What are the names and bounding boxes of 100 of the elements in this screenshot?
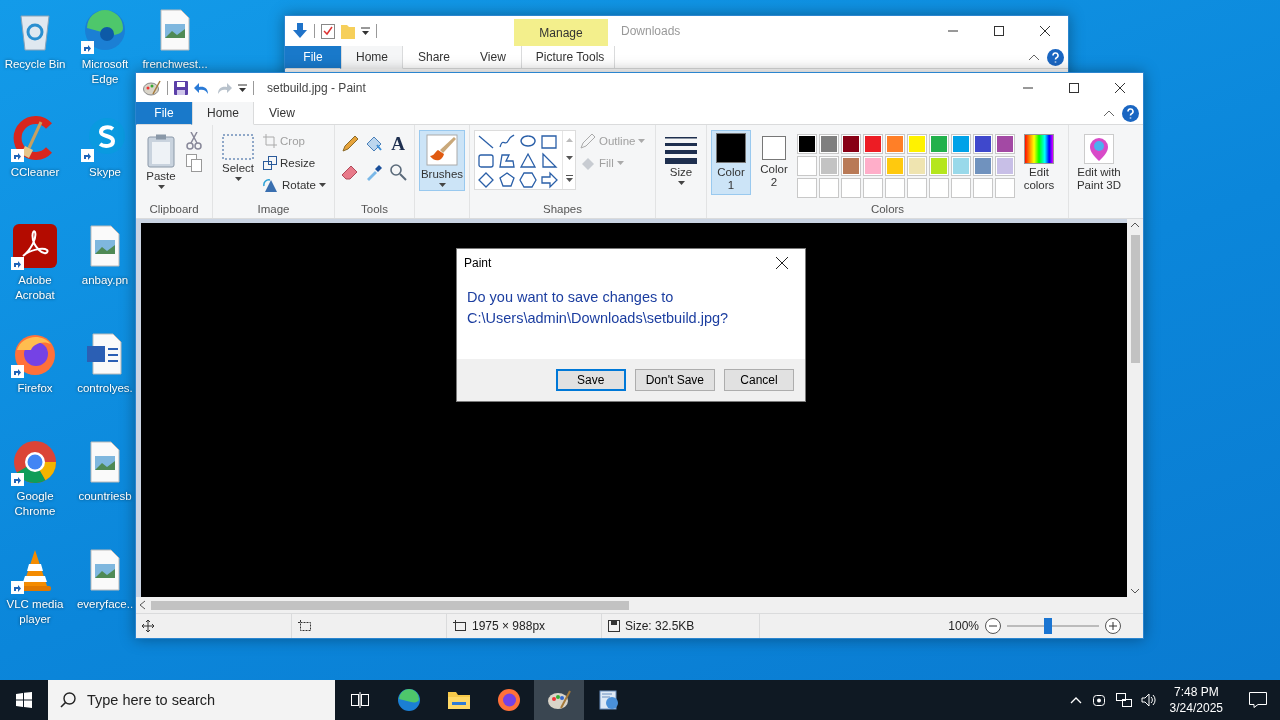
ribbon-tab[interactable]: Home [341, 46, 403, 69]
rotate-button[interactable]: Rotate [263, 176, 326, 194]
ribbon-tab[interactable]: Home [192, 102, 254, 125]
empty-swatch[interactable] [863, 178, 883, 198]
desktop-icon-label[interactable]: countriesb [78, 489, 132, 504]
vertical-scrollbar[interactable] [1127, 219, 1143, 613]
color-swatch[interactable] [797, 134, 817, 154]
arrow-shape-icon[interactable] [540, 171, 558, 189]
collapse-ribbon-icon[interactable] [1029, 54, 1039, 60]
color-swatch[interactable] [885, 134, 905, 154]
paste-button[interactable]: Paste [140, 130, 182, 193]
dialog-button[interactable]: Cancel [724, 369, 794, 391]
expand-gallery-icon[interactable] [565, 174, 573, 182]
notification-icon [1249, 692, 1267, 708]
ribbon-tab[interactable]: View [465, 46, 521, 69]
window-title: setbuild.jpg - Paint [267, 80, 366, 95]
empty-swatch[interactable] [973, 178, 993, 198]
search-field[interactable]: Type here to search [48, 680, 335, 720]
color-swatch[interactable] [863, 156, 883, 176]
empty-swatch[interactable] [995, 178, 1015, 198]
palette-icon [547, 688, 571, 712]
taskbar-app-button[interactable] [534, 680, 584, 720]
zoom-in-button[interactable] [1105, 618, 1121, 634]
zoom-out-button[interactable] [985, 618, 1001, 634]
scrollbar-thumb[interactable] [1130, 235, 1140, 363]
desktop-icon-label[interactable]: VLC media player [0, 597, 70, 627]
polygon-shape-icon[interactable] [498, 152, 516, 170]
empty-swatch[interactable] [819, 178, 839, 198]
empty-swatch[interactable] [951, 178, 971, 198]
group-label: Tools [361, 203, 388, 215]
pentagon-shape-icon[interactable] [498, 171, 516, 189]
color-slot-button[interactable]: Color 2 [754, 130, 794, 192]
hexagon-shape-icon[interactable] [519, 171, 537, 189]
color-swatch[interactable] [885, 156, 905, 176]
color-swatch[interactable] [907, 156, 927, 176]
pencil-tool[interactable] [339, 133, 361, 155]
save-icon[interactable] [174, 80, 188, 95]
empty-swatch[interactable] [907, 178, 927, 198]
color-swatch[interactable] [819, 156, 839, 176]
properties-icon[interactable] [321, 23, 335, 39]
empty-swatch[interactable] [841, 178, 861, 198]
rounded-rectangle-shape-icon[interactable] [477, 152, 495, 170]
desktop-icon-label[interactable]: everyface.. [76, 597, 134, 612]
cut-icon[interactable] [186, 132, 202, 150]
dropdown-icon[interactable] [238, 83, 247, 92]
empty-swatch[interactable] [797, 178, 817, 198]
right-triangle-shape-icon[interactable] [540, 152, 558, 170]
color-swatch[interactable] [973, 134, 993, 154]
zoom-slider-thumb[interactable] [1044, 618, 1053, 634]
size-button[interactable]: Size [660, 130, 702, 189]
color-swatch[interactable] [995, 134, 1015, 154]
volume-icon[interactable] [1140, 692, 1157, 708]
color-swatch[interactable] [929, 156, 949, 176]
color-swatch[interactable] [841, 156, 861, 176]
color-swatch[interactable] [929, 134, 949, 154]
network-icon[interactable] [1115, 692, 1132, 708]
brushes-button[interactable]: Brushes [419, 130, 465, 191]
dialog-button[interactable]: Don't Save [634, 369, 715, 391]
color-swatch[interactable] [973, 156, 993, 176]
meet-now-icon[interactable] [1090, 692, 1107, 708]
dropdown-icon[interactable] [361, 27, 370, 35]
scroll-down-icon[interactable] [565, 156, 573, 161]
edit-colors-button[interactable]: Edit colors [1018, 130, 1060, 196]
download-arrow-icon[interactable] [292, 23, 308, 39]
magnifier-tool[interactable] [387, 161, 409, 183]
color-swatch[interactable] [995, 156, 1015, 176]
triangle-shape-icon[interactable] [519, 152, 537, 170]
help-icon[interactable] [1047, 48, 1064, 66]
color-swatch[interactable] [841, 134, 861, 154]
empty-swatch[interactable] [885, 178, 905, 198]
help-icon[interactable] [1122, 104, 1139, 122]
ribbon-tab[interactable]: Share [403, 46, 466, 69]
diamond-shape-icon[interactable] [477, 171, 495, 189]
clock[interactable]: 7:48 PM 3/24/2025 [1165, 684, 1227, 716]
collapse-ribbon-icon[interactable] [1104, 110, 1114, 116]
resize-button[interactable]: Resize [263, 154, 326, 172]
dialog-button[interactable]: Save [555, 369, 626, 391]
empty-swatch[interactable] [929, 178, 949, 198]
file-menu-tab[interactable]: File [136, 102, 192, 125]
color-slot-button[interactable]: Color 1 [711, 130, 751, 195]
color-swatch[interactable] [951, 156, 971, 176]
select-button[interactable]: Select [217, 130, 259, 185]
desktop-icon-label[interactable]: Google Chrome [0, 489, 70, 519]
color-swatch[interactable] [819, 134, 839, 154]
color-swatch[interactable] [797, 156, 817, 176]
scrollbar-thumb[interactable] [151, 600, 629, 610]
color-swatch[interactable] [951, 134, 971, 154]
copy-icon[interactable] [186, 154, 202, 172]
show-hidden-icons-icon[interactable] [1069, 696, 1082, 704]
paint-3d-button[interactable]: Edit with Paint 3D [1073, 130, 1125, 196]
horizontal-scrollbar[interactable] [136, 597, 1127, 613]
color-swatch[interactable] [863, 134, 883, 154]
rectangle-shape-icon[interactable] [540, 133, 558, 151]
desktop-icon-label[interactable]: Firefox [17, 381, 53, 396]
file-menu-tab[interactable]: File [285, 46, 341, 69]
desktop-icon-label[interactable]: controlyes. [77, 381, 133, 396]
color-swatch[interactable] [907, 134, 927, 154]
ribbon-tab[interactable]: Picture Tools [520, 46, 615, 69]
line-shape-icon[interactable] [477, 133, 495, 151]
text-tool[interactable]: A [387, 133, 409, 155]
